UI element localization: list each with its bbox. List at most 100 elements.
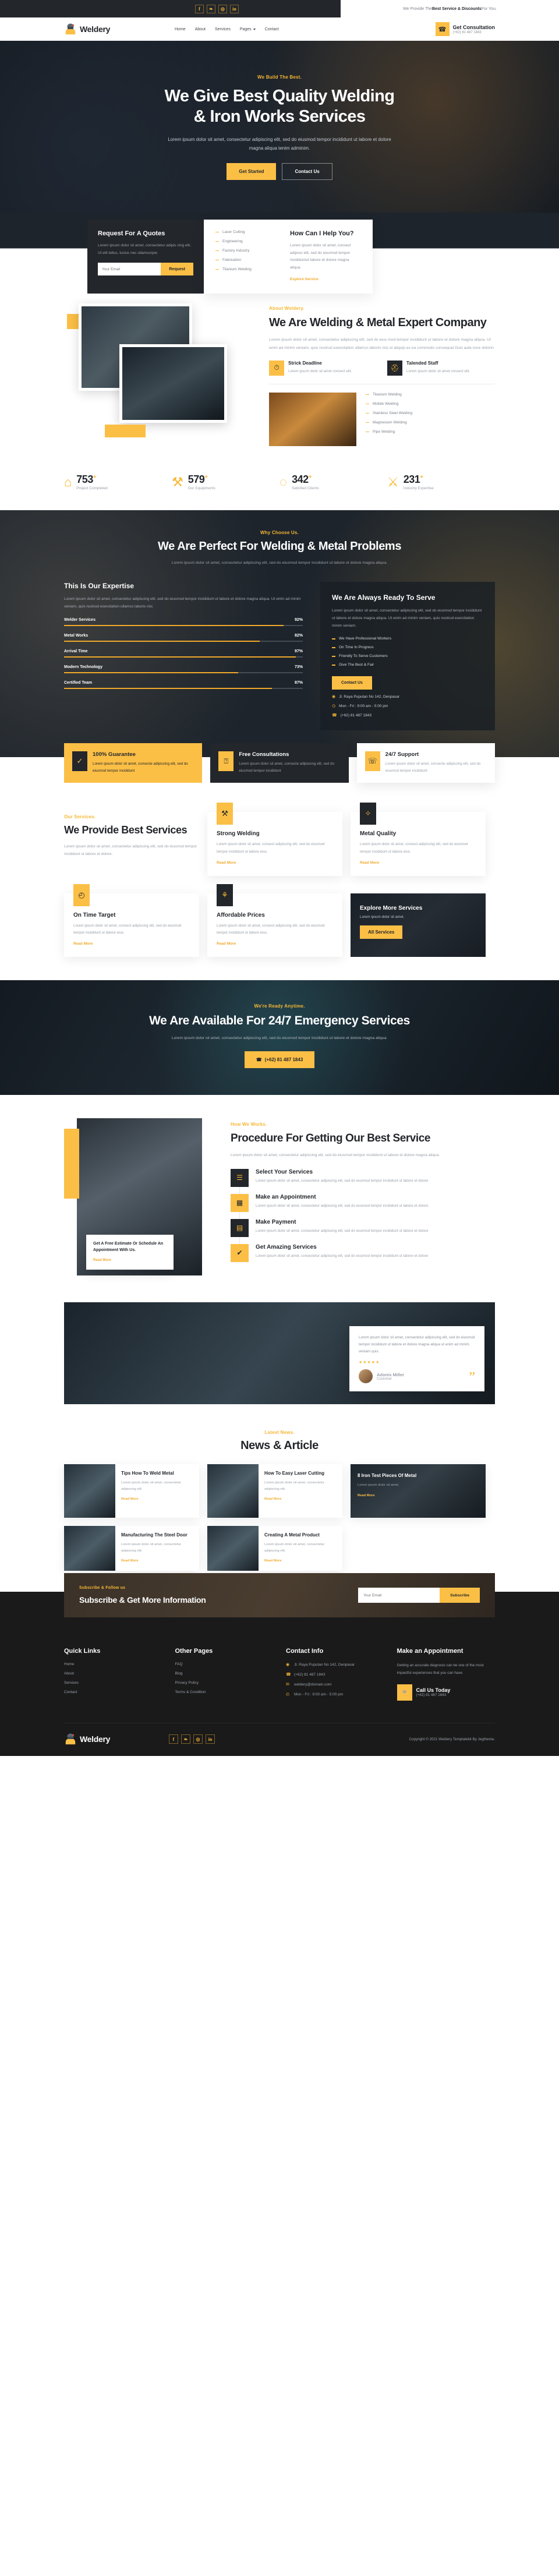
call-us-today[interactable]: ☎ Call Us Today (+62) 81 487 1843	[397, 1684, 496, 1701]
counter-value: 342+	[292, 473, 312, 485]
clock-icon: ◴	[286, 1692, 290, 1697]
service-card[interactable]: ◴ On Time Target Lorem ipsum dolor sit ame…	[64, 884, 199, 957]
footer-link[interactable]: About	[64, 1672, 162, 1676]
subscribe-email-input[interactable]	[358, 1588, 440, 1603]
news-post-body: Manufacturing The Steel Door Lorem ipsum …	[115, 1526, 199, 1571]
feature-card: ☏ 24/7 Support Lorem ipsum dolor sit amet,…	[356, 743, 495, 783]
read-more-link[interactable]: Read More	[360, 861, 379, 865]
news-post[interactable]: How To Easy Laser Cutting Lorem ipsum dol…	[207, 1464, 342, 1518]
skill-fill	[64, 625, 284, 627]
promo-strong: Best Service & Discounts	[432, 6, 482, 11]
mail-icon: ✉	[286, 1683, 289, 1687]
footer-social: f ❧ ◎ in	[169, 1734, 409, 1744]
about-feature: ⏱ Strick Deadline Lorem ipsum dolor sit am…	[269, 360, 377, 376]
emergency-call-button[interactable]: ☎ (+62) 81 487 1843	[244, 1051, 315, 1069]
hero-description: Lorem ipsum dolor sit amet, consectetur …	[168, 136, 391, 151]
service-card[interactable]: ⚒ Strong Welding Lorem ipsum dolor sit ame…	[207, 803, 342, 876]
quote-submit-button[interactable]: Request	[161, 263, 193, 276]
trophy-icon: ⌂	[64, 474, 72, 489]
nav-item-services[interactable]: Services	[215, 27, 231, 31]
linkedin-icon[interactable]: in	[230, 4, 239, 13]
facebook-icon[interactable]: f	[195, 4, 204, 13]
news-post[interactable]: Creating A Metal Product Lorem ipsum dolo…	[207, 1526, 342, 1571]
nav-item-pages[interactable]: Pages	[240, 27, 256, 31]
testimonial-text: Lorem ipsum dolor sit amet, consectetur …	[359, 1335, 475, 1354]
read-more-link[interactable]: Read More	[217, 861, 236, 865]
service-card-text: Lorem ipsum dolor sit amet, consect adip…	[73, 923, 182, 935]
news-post-featured[interactable]: 8 Iron Test Pieces Of Metal Lorem ipsum d…	[351, 1464, 486, 1518]
news-post-body: Tips How To Weld Metal Lorem ipsum dolor …	[115, 1464, 199, 1518]
nav-item-contact[interactable]: Contact	[265, 27, 279, 31]
all-services-button[interactable]: All Services	[360, 925, 403, 939]
help-description: Lorem ipsum dolor sit amet, consect adip…	[290, 243, 351, 270]
list-item: Give The Best & Fair	[332, 663, 483, 667]
topbar-promo: We Provide The Best Service & Discounts …	[341, 0, 559, 17]
counter-label: Project Completed	[76, 486, 108, 490]
step-title: Select Your Services	[256, 1168, 313, 1175]
why-description: Lorem ipsum dolor sit amet, consectetur …	[171, 561, 388, 565]
footer-link[interactable]: FAQ	[175, 1662, 274, 1666]
news-post[interactable]: Manufacturing The Steel Door Lorem ipsum …	[64, 1526, 199, 1571]
read-more-link[interactable]: Read More	[264, 1559, 282, 1563]
appointment-title: Make an Appointment	[397, 1648, 464, 1655]
news-eyebrow: Latest News.	[264, 1430, 295, 1436]
footer-link[interactable]: Contact	[64, 1690, 162, 1694]
read-more-link[interactable]: Read More	[121, 1559, 139, 1563]
quote-email-input[interactable]	[98, 263, 161, 276]
facebook-icon[interactable]: f	[169, 1734, 178, 1744]
service-card[interactable]: ⚘ Affordable Prices Lorem ipsum dolor sit …	[207, 884, 342, 957]
footer-link[interactable]: Services	[64, 1681, 162, 1685]
read-more-link[interactable]: Read More	[217, 942, 236, 946]
phone-icon: ☎	[286, 1673, 291, 1677]
why-contact-button[interactable]: Contact Us	[332, 676, 372, 690]
read-more-link[interactable]: Read More	[121, 1497, 139, 1501]
nav-item-home[interactable]: Home	[175, 27, 186, 31]
get-consultation[interactable]: ☎ Get Consultation (+62) 81 487 1843	[435, 22, 495, 36]
contact-us-button[interactable]: Contact Us	[282, 163, 332, 181]
feature-card-text: Lorem ipsum dolor sit amet, consecte adi…	[93, 762, 188, 773]
help-title: How Can I Help You?	[290, 230, 354, 237]
subscribe-button[interactable]: Subscribe	[440, 1588, 480, 1603]
about-images	[64, 303, 256, 455]
read-more-link[interactable]: Read More	[358, 1494, 375, 1497]
footer-link[interactable]: Home	[64, 1662, 162, 1666]
services-section: Our Services. We Provide Best Services L…	[64, 783, 495, 980]
read-more-link[interactable]: Read More	[264, 1497, 282, 1501]
dash-icon	[332, 646, 335, 648]
skill-bars: Welder Services 92% Metal Works 82% Arrival …	[64, 618, 303, 690]
explore-title: Explore More Services	[360, 904, 423, 911]
badge-link[interactable]: Read More	[93, 1259, 111, 1262]
nav-item-about[interactable]: About	[195, 27, 206, 31]
decor-amber-bar	[64, 1129, 79, 1199]
linkedin-icon[interactable]: in	[206, 1734, 215, 1744]
step-text: Lorem ipsum dolor sit amet, consectetur …	[256, 1253, 429, 1258]
news-post[interactable]: Tips How To Weld Metal Lorem ipsum dolor …	[64, 1464, 199, 1518]
call-title: Call Us Today	[416, 1687, 451, 1694]
footer-quick-links: Quick Links Home About Services Contact	[64, 1648, 162, 1702]
news-grid: Tips How To Weld Metal Lorem ipsum dolor …	[64, 1464, 495, 1571]
counter-value: 579+	[187, 473, 208, 485]
get-started-button[interactable]: Get Started	[227, 163, 277, 181]
instagram-icon[interactable]: ◎	[193, 1734, 203, 1744]
footer-link[interactable]: Privacy Policy	[175, 1681, 274, 1685]
nav-item-label: Home	[175, 27, 186, 31]
footer-contact-text: weldery@domain.com	[294, 1682, 332, 1687]
service-card[interactable]: ✧ Metal Quality Lorem ipsum dolor sit amet…	[351, 803, 486, 876]
service-card-text: Lorem ipsum dolor sit amet, consect adip…	[217, 923, 325, 935]
explore-service-link[interactable]: Explore Service	[290, 277, 319, 281]
footer-brand[interactable]: Weldery	[64, 1733, 169, 1745]
rating-stars: ★★★★★	[359, 1361, 380, 1365]
skill-value: 73%	[294, 665, 303, 670]
testimonial-image: Lorem ipsum dolor sit amet, consectetur …	[64, 1302, 495, 1405]
news-post-text: Lorem ipsum dolor sit amet.	[358, 1483, 399, 1487]
phone-icon: ☎	[397, 1684, 412, 1701]
twitter-icon[interactable]: ❧	[207, 4, 215, 13]
footer-link[interactable]: Terms & Condition	[175, 1690, 274, 1694]
about-feature-title: Strick Deadline	[288, 360, 322, 366]
footer-link[interactable]: Blog	[175, 1672, 274, 1676]
dash-icon	[215, 259, 219, 261]
read-more-link[interactable]: Read More	[73, 942, 93, 946]
twitter-icon[interactable]: ❧	[181, 1734, 190, 1744]
instagram-icon[interactable]: ◎	[218, 4, 227, 13]
brand-logo[interactable]: Weldery	[64, 23, 175, 36]
